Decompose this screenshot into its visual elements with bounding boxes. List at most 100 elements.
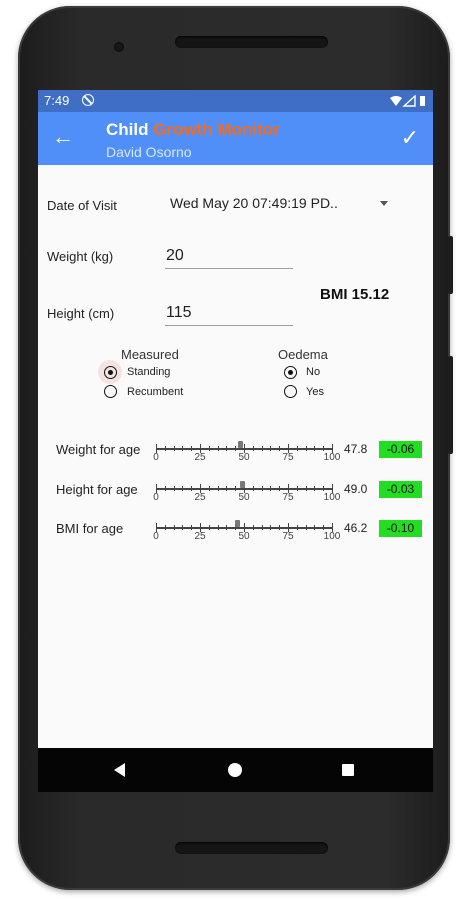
height-for-age-zscore: -0.03 bbox=[379, 481, 422, 498]
bmi-for-age-slider[interactable]: 0 25 50 75 100 bbox=[153, 517, 340, 545]
slider-tick bbox=[252, 446, 254, 451]
slider-tick bbox=[191, 446, 193, 451]
slider-tick-label: 25 bbox=[194, 531, 206, 542]
slider-tick bbox=[226, 525, 228, 530]
slider-tick bbox=[182, 486, 184, 491]
dnd-icon bbox=[82, 94, 94, 106]
slider-tick bbox=[173, 486, 175, 491]
height-field-underline bbox=[165, 325, 293, 326]
patient-name: David Osorno bbox=[106, 144, 192, 160]
status-time: 7:49 bbox=[44, 93, 70, 108]
bmi-value: BMI 15.12 bbox=[320, 286, 390, 303]
slider-tick-label: 0 bbox=[153, 492, 159, 503]
slider-tick-label: 25 bbox=[194, 452, 206, 463]
top-speaker bbox=[175, 36, 328, 48]
weight-for-age-label: Weight for age bbox=[56, 442, 141, 457]
date-of-visit-label: Date of Visit bbox=[47, 198, 117, 213]
system-nav-bar bbox=[38, 748, 433, 792]
slider-tick bbox=[208, 525, 210, 530]
slider-tick bbox=[279, 446, 281, 451]
slider-tick bbox=[217, 486, 219, 491]
slider-tick bbox=[191, 486, 193, 491]
slider-tick-label: 75 bbox=[282, 492, 294, 503]
slider-thumb[interactable] bbox=[234, 520, 240, 527]
slider-tick bbox=[323, 486, 325, 491]
slider-tick-label: 75 bbox=[282, 452, 294, 463]
slider-tick bbox=[296, 525, 298, 530]
slider-tick bbox=[235, 486, 237, 491]
slider-tick-label: 100 bbox=[323, 531, 341, 542]
slider-thumb[interactable] bbox=[237, 441, 243, 448]
slider-tick bbox=[217, 446, 219, 451]
slider-tick bbox=[164, 446, 166, 451]
nav-back-icon[interactable] bbox=[114, 763, 125, 777]
app-screen: 7:49 ← Child Growth Monitor David Osorno… bbox=[38, 90, 433, 792]
dropdown-arrow-icon[interactable] bbox=[380, 201, 388, 206]
slider-tick-label: 50 bbox=[238, 452, 250, 463]
slider-tick bbox=[261, 525, 263, 530]
slider-tick-label: 0 bbox=[153, 452, 159, 463]
height-field[interactable]: 115 bbox=[166, 304, 192, 322]
slider-tick bbox=[261, 486, 263, 491]
slider-tick bbox=[235, 446, 237, 451]
nav-home-icon[interactable] bbox=[228, 763, 242, 777]
slider-tick bbox=[279, 486, 281, 491]
date-of-visit-select[interactable]: Wed May 20 07:49:19 PD.. bbox=[170, 195, 338, 211]
slider-thumb[interactable] bbox=[239, 481, 245, 488]
status-icons bbox=[389, 94, 427, 110]
nav-recents-icon[interactable] bbox=[342, 764, 354, 776]
measured-standing-label[interactable]: Standing bbox=[127, 366, 170, 378]
weight-field-underline bbox=[165, 268, 293, 269]
bmi-for-age-zscore: -0.10 bbox=[379, 520, 422, 537]
slider-tick bbox=[270, 486, 272, 491]
oedema-yes-radio[interactable] bbox=[284, 385, 297, 398]
weight-field[interactable]: 20 bbox=[166, 247, 184, 265]
measured-recumbent-radio[interactable] bbox=[104, 385, 117, 398]
signal-icon bbox=[402, 94, 416, 107]
slider-tick bbox=[270, 525, 272, 530]
slider-tick-label: 75 bbox=[282, 531, 294, 542]
slider-tick-label: 25 bbox=[194, 492, 206, 503]
slider-tick bbox=[261, 446, 263, 451]
slider-tick bbox=[173, 525, 175, 530]
weight-for-age-percentile: 47.8 bbox=[344, 442, 368, 456]
title-part-child: Child bbox=[106, 120, 149, 139]
slider-tick bbox=[296, 446, 298, 451]
slider-tick bbox=[191, 525, 193, 530]
measured-recumbent-label[interactable]: Recumbent bbox=[127, 386, 183, 398]
slider-tick bbox=[296, 486, 298, 491]
app-title: Child Growth Monitor bbox=[106, 120, 280, 140]
slider-tick bbox=[305, 525, 307, 530]
volume-button bbox=[448, 236, 453, 294]
slider-tick-label: 50 bbox=[238, 531, 250, 542]
bottom-speaker bbox=[175, 842, 328, 854]
oedema-no-label[interactable]: No bbox=[306, 366, 320, 378]
measured-title: Measured bbox=[121, 347, 179, 362]
weight-for-age-slider[interactable]: 0 25 50 75 100 bbox=[153, 438, 340, 466]
oedema-title: Oedema bbox=[278, 347, 328, 362]
slider-tick bbox=[164, 525, 166, 530]
oedema-yes-label[interactable]: Yes bbox=[306, 386, 324, 398]
height-label: Height (cm) bbox=[47, 306, 115, 321]
slider-tick bbox=[305, 486, 307, 491]
arrow-back-icon[interactable]: ← bbox=[52, 126, 74, 148]
slider-tick bbox=[270, 446, 272, 451]
slider-tick bbox=[252, 486, 254, 491]
slider-tick-label: 50 bbox=[238, 492, 250, 503]
height-for-age-slider[interactable]: 0 25 50 75 100 bbox=[153, 478, 340, 506]
slider-tick bbox=[323, 446, 325, 451]
height-for-age-percentile: 49.0 bbox=[344, 482, 368, 496]
slider-tick-label: 100 bbox=[323, 492, 341, 503]
weight-for-age-zscore: -0.06 bbox=[379, 441, 422, 458]
status-bar: 7:49 bbox=[38, 90, 433, 112]
slider-tick bbox=[226, 486, 228, 491]
slider-tick bbox=[314, 446, 316, 451]
slider-tick bbox=[208, 446, 210, 451]
slider-tick bbox=[164, 486, 166, 491]
measured-standing-radio[interactable] bbox=[104, 366, 117, 379]
app-bar: ← Child Growth Monitor David Osorno ✓ bbox=[38, 112, 433, 165]
slider-tick bbox=[252, 525, 254, 530]
check-icon[interactable]: ✓ bbox=[401, 125, 419, 151]
oedema-no-radio[interactable] bbox=[284, 366, 297, 379]
slider-tick bbox=[314, 525, 316, 530]
